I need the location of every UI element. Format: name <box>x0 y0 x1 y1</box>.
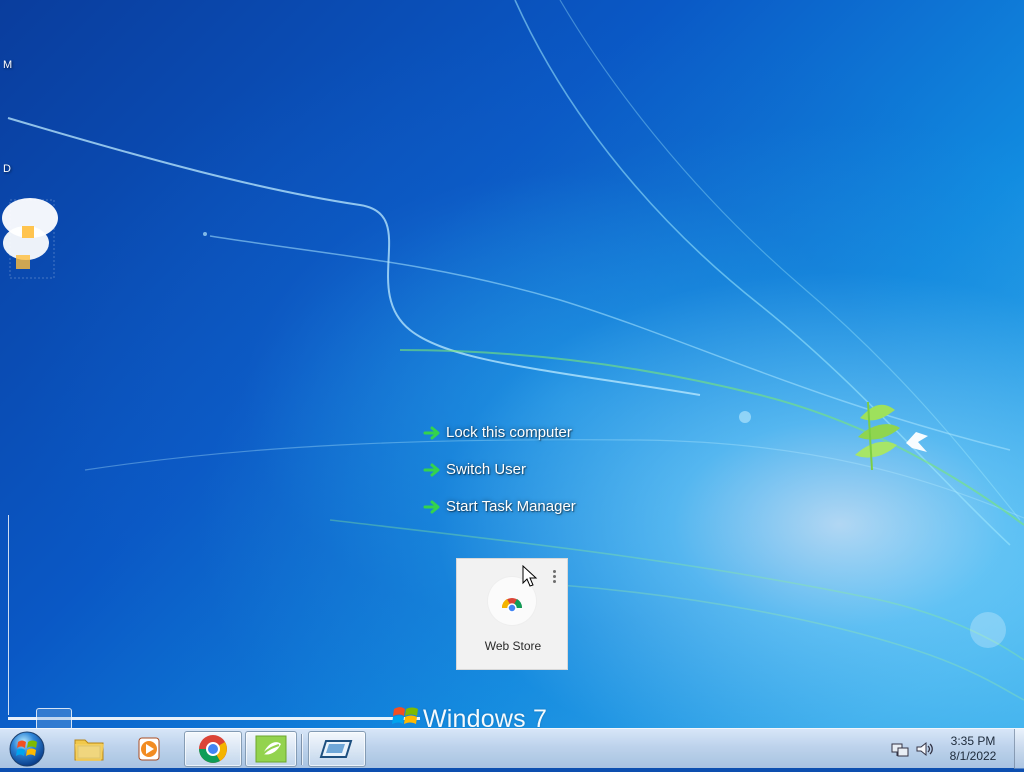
mouse-pointer <box>522 565 538 587</box>
green-arrow-icon <box>423 500 440 513</box>
switch-user-label: Switch User <box>446 461 527 478</box>
partial-desktop-icon[interactable] <box>0 190 64 286</box>
taskbar: 3:35 PM 8/1/2022 <box>0 728 1024 769</box>
windows-wordmark-text: Windows 7 <box>423 705 548 728</box>
green-arrow-icon <box>423 426 440 439</box>
green-arrow-icon <box>423 463 440 476</box>
start-task-manager-option[interactable]: Start Task Manager <box>423 488 613 525</box>
start-task-manager-label: Start Task Manager <box>446 498 576 515</box>
taskbar-separator <box>301 734 302 765</box>
window-icon <box>319 740 353 758</box>
lock-this-computer-label: Lock this computer <box>446 424 572 441</box>
window-taskbar-button[interactable] <box>308 731 366 767</box>
show-desktop-button[interactable] <box>1014 729 1024 769</box>
lock-this-computer-option[interactable]: Lock this computer <box>423 414 613 451</box>
window-edge-line <box>8 515 9 715</box>
desktop-edge-label-d: D <box>3 163 11 175</box>
chrome-taskbar-button[interactable] <box>184 731 242 767</box>
network-icon[interactable] <box>890 739 910 759</box>
clock-date: 8/1/2022 <box>949 749 997 763</box>
start-button[interactable] <box>8 730 46 768</box>
switch-user-option[interactable]: Switch User <box>423 451 613 488</box>
clock-time: 3:35 PM <box>950 734 996 748</box>
green-leaf-icon <box>255 735 287 763</box>
media-player-icon <box>138 737 160 761</box>
media-player-taskbar-button[interactable] <box>130 731 168 767</box>
folder-icon <box>74 739 104 761</box>
file-explorer-taskbar-button[interactable] <box>70 731 108 767</box>
wallpaper-wordmark: Windows 7 <box>392 701 597 728</box>
windows-flag-icon <box>392 707 418 724</box>
web-store-shortcut[interactable]: Web Store <box>456 558 568 670</box>
security-options-menu: Lock this computer Switch User Start Tas… <box>423 414 613 525</box>
speaker-icon[interactable] <box>914 739 934 759</box>
web-store-label: Web Store <box>484 639 542 653</box>
desktop: M D Lock this computer Switch User Start… <box>0 0 1024 728</box>
chrome-icon <box>199 735 227 763</box>
more-vert-icon[interactable] <box>550 569 560 585</box>
green-app-taskbar-button[interactable] <box>245 731 297 767</box>
system-clock[interactable]: 3:35 PM 8/1/2022 <box>936 734 1010 764</box>
windows-start-orb-icon <box>9 731 45 767</box>
desktop-edge-label-m: M <box>3 59 13 71</box>
window-thumbnail[interactable] <box>36 708 72 728</box>
